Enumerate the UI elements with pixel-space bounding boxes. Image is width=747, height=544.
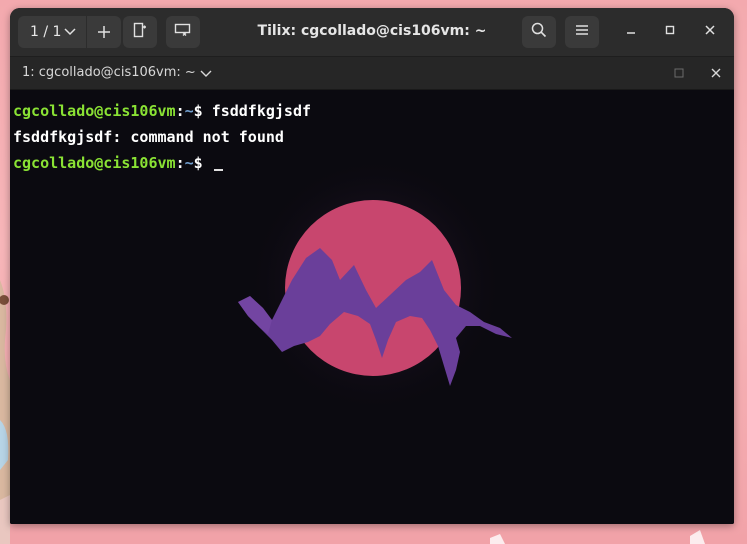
- terminal-tab-bar: 1: cgcollado@cis106vm: ~: [10, 57, 734, 90]
- maximize-button[interactable]: [660, 22, 680, 42]
- add-session-button[interactable]: [87, 16, 121, 48]
- prompt-path: ~: [184, 102, 194, 120]
- prompt-path: ~: [184, 154, 194, 172]
- add-terminal-button[interactable]: [123, 16, 157, 48]
- hamburger-menu-icon: [575, 24, 589, 40]
- chevron-down-icon: [64, 24, 76, 44]
- prompt-symbol: $: [193, 154, 212, 172]
- terminal-line-2: fsddfkgjsdf: command not found: [13, 128, 284, 146]
- terminal-close-button[interactable]: [707, 64, 725, 82]
- terminal-tab-title[interactable]: 1: cgcollado@cis106vm: ~: [22, 65, 196, 80]
- command-output: fsddfkgjsdf: command not found: [13, 128, 284, 146]
- session-switcher-button[interactable]: 1 / 1: [18, 16, 86, 48]
- prompt-user: cgcollado@cis106vm: [13, 154, 176, 172]
- search-button[interactable]: [522, 16, 556, 48]
- terminal-cursor: [213, 169, 223, 171]
- terminal-line-1: cgcollado@cis106vm:~$ fsddfkgjsdf: [13, 102, 311, 120]
- sync-input-button[interactable]: [166, 16, 200, 48]
- close-icon: [704, 24, 716, 40]
- typed-command: fsddfkgjsdf: [211, 102, 312, 120]
- minimize-icon: [625, 24, 637, 40]
- prompt-separator: :: [175, 154, 185, 172]
- close-button[interactable]: [700, 22, 720, 42]
- prompt-user: cgcollado@cis106vm: [13, 102, 176, 120]
- prompt-separator: :: [175, 102, 185, 120]
- maximize-icon: [674, 68, 684, 78]
- split-terminal-icon: [133, 22, 147, 42]
- maximize-icon: [664, 24, 676, 40]
- prompt-symbol: $: [193, 102, 212, 120]
- terminal-maximize-button[interactable]: [672, 66, 686, 80]
- search-icon: [531, 22, 547, 42]
- chevron-down-icon[interactable]: [200, 66, 212, 85]
- header-bar: 1 / 1 Tilix: cgcollado@cis106vm: ~: [10, 8, 734, 57]
- terminal-view[interactable]: cgcollado@cis106vm:~$ fsddfkgjsdf fsddfk…: [10, 90, 734, 524]
- tilix-window: 1 / 1 Tilix: cgcollado@cis106vm: ~ 1: cg…: [10, 8, 734, 524]
- session-counter: 1 / 1: [30, 24, 62, 40]
- sync-input-icon: [174, 23, 192, 41]
- menu-button[interactable]: [565, 16, 599, 48]
- terminal-line-3: cgcollado@cis106vm:~$: [13, 154, 223, 172]
- plus-icon: [97, 20, 111, 44]
- minimize-button[interactable]: [621, 22, 641, 42]
- close-icon: [711, 68, 721, 78]
